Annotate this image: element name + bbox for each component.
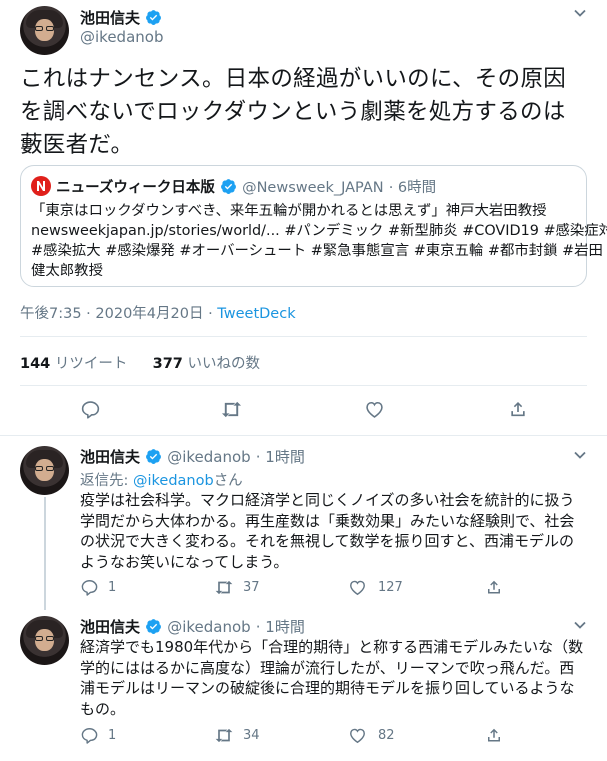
quote-text: 「東京はロックダウンすべき、来年五輪が開かれるとは思えず」神戸大岩田教授 new…	[31, 203, 607, 279]
newsweek-logo	[31, 176, 51, 196]
like-count: 127	[378, 580, 403, 595]
like-icon[interactable]	[364, 399, 385, 420]
chevron-down-icon[interactable]	[573, 6, 587, 20]
reply-actions: 1 34 82	[80, 726, 580, 746]
retweets-stat[interactable]: 144 リツイート	[20, 356, 127, 372]
reply-to-line: 返信先: @ikedanobさん	[80, 473, 243, 489]
reply-author-name[interactable]: 池田信夫	[80, 448, 140, 466]
share-icon[interactable]	[508, 399, 528, 420]
reply-count: 1	[108, 580, 117, 595]
divider	[20, 336, 587, 337]
like-icon[interactable]	[348, 578, 367, 597]
reply-icon[interactable]	[80, 726, 99, 745]
reply-to-link[interactable]: @ikedanob	[133, 473, 214, 489]
retweet-count: 34	[243, 728, 260, 743]
chevron-down-icon[interactable]	[573, 448, 587, 462]
verified-icon	[146, 449, 162, 464]
reply-header: 池田信夫 @ikedanob · 1時間	[80, 616, 305, 636]
reply-icon[interactable]	[80, 578, 99, 597]
reply-time[interactable]: · 1時間	[256, 618, 305, 636]
reply-avatar[interactable]	[20, 616, 69, 665]
reply-handle[interactable]: @ikedanob	[167, 618, 250, 636]
divider	[20, 385, 587, 386]
reply-count: 1	[108, 728, 117, 743]
reply-avatar[interactable]	[20, 446, 69, 495]
verified-icon	[221, 179, 236, 194]
source-link[interactable]: TweetDeck	[217, 306, 295, 322]
retweet-count: 37	[243, 580, 260, 595]
author-name[interactable]: 池田信夫	[80, 9, 140, 27]
share-icon[interactable]	[485, 726, 503, 745]
author-handle[interactable]: @ikedanob	[80, 28, 163, 46]
tweet-stats: 144 リツイート 377 いいねの数	[20, 352, 260, 373]
divider	[0, 435, 607, 436]
like-icon[interactable]	[348, 726, 367, 745]
share-icon[interactable]	[485, 578, 503, 597]
reply-text: 経済学でも1980年代から「合理的期待」と称する西浦モデルみたいな（数 学的には…	[80, 638, 584, 718]
quote-handle: @Newsweek_JAPAN	[242, 180, 384, 196]
quote-author-name: ニューズウィーク日本版	[56, 180, 215, 196]
retweet-icon[interactable]	[220, 399, 243, 420]
verified-icon	[146, 619, 162, 634]
reply-header: 池田信夫 @ikedanob · 1時間	[80, 446, 305, 466]
verified-icon	[146, 10, 162, 25]
retweet-icon[interactable]	[214, 726, 234, 745]
chevron-down-icon[interactable]	[573, 618, 587, 632]
reply-text: 疫学は社会科学。マクロ経済学と同じくノイズの多い社会を統計的に扱う 学問だから大…	[80, 491, 575, 571]
reply-actions: 1 37 127	[80, 578, 580, 598]
reply-author-name[interactable]: 池田信夫	[80, 618, 140, 636]
timestamp-text[interactable]: 午後7:35 · 2020年4月20日 ·	[20, 306, 217, 322]
likes-stat[interactable]: 377 いいねの数	[153, 356, 260, 372]
reply-time[interactable]: · 1時間	[256, 448, 305, 466]
reply-icon[interactable]	[80, 399, 101, 420]
quoted-tweet[interactable]: ニューズウィーク日本版 @Newsweek_JAPAN · 6時間 「東京はロッ…	[20, 165, 607, 287]
thread-line	[44, 497, 46, 610]
author-avatar[interactable]	[20, 6, 69, 55]
tweet-text: これはナンセンス。日本の経過がいいのに、その原因 を調べないでロックダウンという…	[20, 66, 567, 158]
reply-handle[interactable]: @ikedanob	[167, 448, 250, 466]
quote-time: · 6時間	[388, 180, 437, 196]
tweet-timestamp: 午後7:35 · 2020年4月20日 · TweetDeck	[20, 302, 296, 323]
retweet-icon[interactable]	[214, 578, 234, 597]
like-count: 82	[378, 728, 395, 743]
